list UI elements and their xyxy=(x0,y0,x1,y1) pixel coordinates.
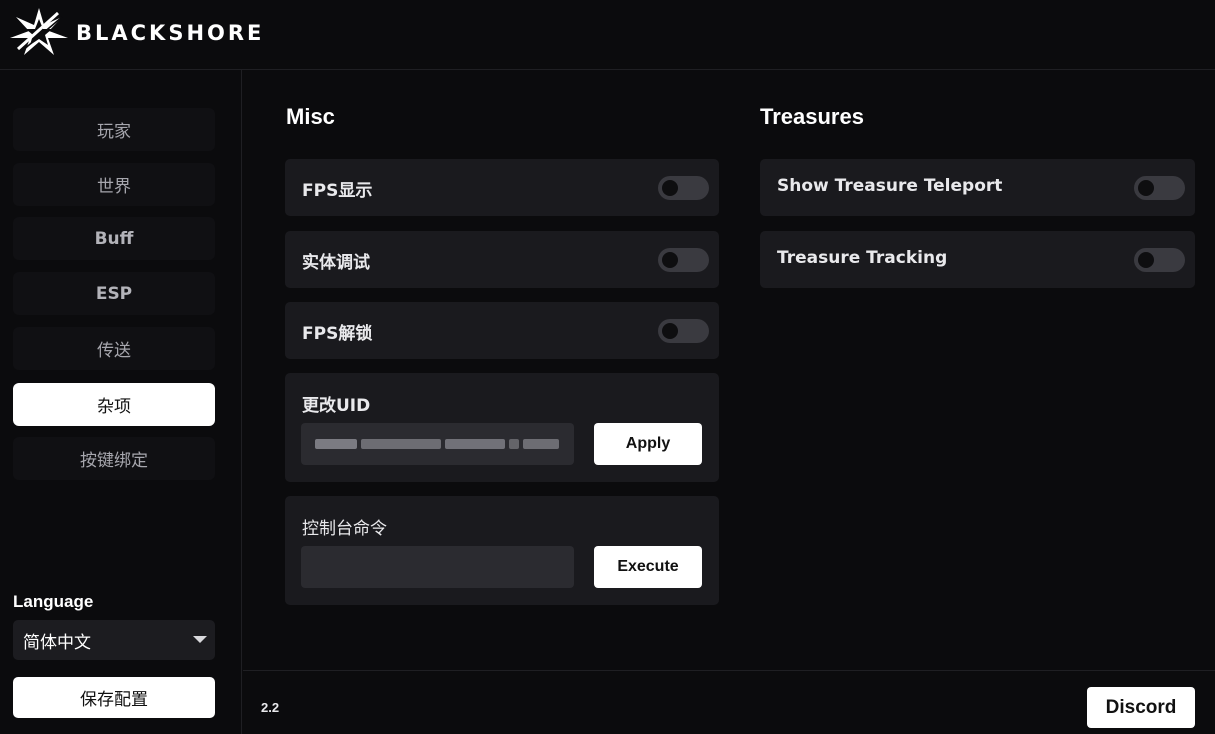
sidebar-item-teleport[interactable]: 传送 xyxy=(13,327,215,370)
blurred-text xyxy=(315,439,357,449)
toggle-row-show-treasure-teleport: Show Treasure Teleport xyxy=(760,159,1195,216)
sidebar-item-world[interactable]: 世界 xyxy=(13,163,215,206)
footer: 2.2 Discord xyxy=(243,670,1215,734)
fps-display-toggle[interactable] xyxy=(658,176,709,200)
toggle-knob xyxy=(1138,180,1154,196)
toggle-knob xyxy=(662,252,678,268)
uid-input[interactable] xyxy=(301,423,574,465)
chevron-down-icon xyxy=(193,636,207,643)
version-label: 2.2 xyxy=(261,700,280,715)
toggle-label: FPS显示 xyxy=(302,181,373,201)
blurred-text xyxy=(361,439,441,449)
toggle-knob xyxy=(1138,252,1154,268)
language-select[interactable]: 简体中文 xyxy=(13,620,215,660)
brand-name: BLACKSHORE xyxy=(76,21,265,45)
blurred-text xyxy=(445,439,505,449)
toggle-label: Show Treasure Teleport xyxy=(777,176,1003,196)
toggle-row-fps-display: FPS显示 xyxy=(285,159,719,216)
toggle-row-treasure-tracking: Treasure Tracking xyxy=(760,231,1195,288)
sidebar-item-keybinds[interactable]: 按键绑定 xyxy=(13,437,215,480)
show-treasure-teleport-toggle[interactable] xyxy=(1134,176,1185,200)
console-command-input[interactable] xyxy=(301,546,574,588)
treasure-tracking-toggle[interactable] xyxy=(1134,248,1185,272)
top-bar: BLACKSHORE xyxy=(0,0,1215,70)
sidebar: 玩家 世界 Buff ESP 传送 杂项 按键绑定 Language 简体中文 … xyxy=(0,70,242,734)
sidebar-item-buff[interactable]: Buff xyxy=(13,217,215,260)
language-label: Language xyxy=(13,592,94,611)
change-uid-label: 更改UID xyxy=(302,396,371,416)
sidebar-item-esp[interactable]: ESP xyxy=(13,272,215,315)
blurred-text xyxy=(523,439,559,449)
language-value: 简体中文 xyxy=(23,632,91,653)
save-config-button[interactable]: 保存配置 xyxy=(13,677,215,718)
toggle-label: FPS解锁 xyxy=(302,324,373,344)
entity-debug-toggle[interactable] xyxy=(658,248,709,272)
toggle-row-entity-debug: 实体调试 xyxy=(285,231,719,288)
change-uid-card: 更改UID Apply xyxy=(285,373,719,482)
apply-button[interactable]: Apply xyxy=(594,423,702,465)
sidebar-item-player[interactable]: 玩家 xyxy=(13,108,215,151)
toggle-knob xyxy=(662,180,678,196)
toggle-knob xyxy=(662,323,678,339)
console-command-card: 控制台命令 Execute xyxy=(285,496,719,605)
misc-section-title: Misc xyxy=(286,104,335,129)
sidebar-item-misc[interactable]: 杂项 xyxy=(13,383,215,426)
fps-unlock-toggle[interactable] xyxy=(658,319,709,343)
toggle-row-fps-unlock: FPS解锁 xyxy=(285,302,719,359)
discord-button[interactable]: Discord xyxy=(1087,687,1195,728)
console-command-label: 控制台命令 xyxy=(302,519,387,539)
blackshore-logo-icon xyxy=(10,8,68,55)
execute-button[interactable]: Execute xyxy=(594,546,702,588)
treasures-section-title: Treasures xyxy=(760,104,864,129)
toggle-label: Treasure Tracking xyxy=(777,248,948,268)
blurred-text xyxy=(509,439,519,449)
toggle-label: 实体调试 xyxy=(302,253,370,273)
